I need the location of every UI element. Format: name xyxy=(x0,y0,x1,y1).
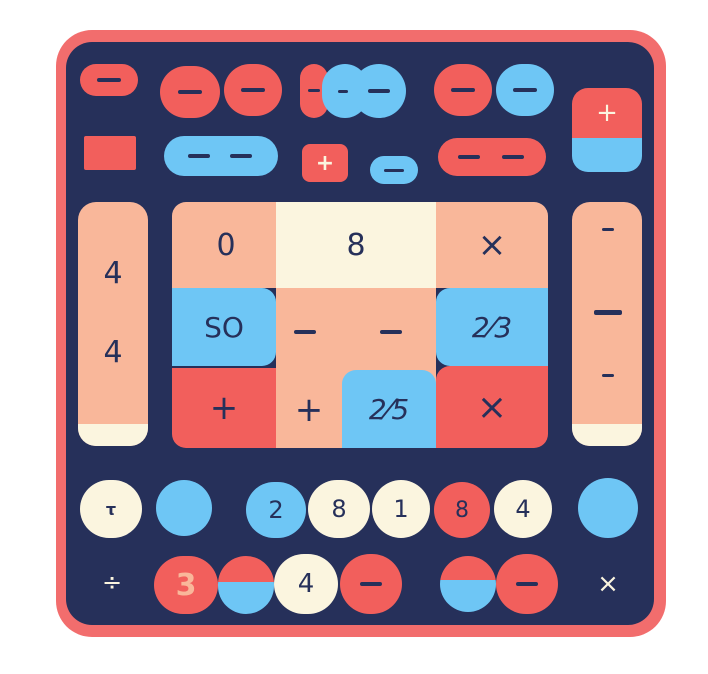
key-8-red[interactable]: 8 xyxy=(434,482,490,538)
key-minus-bottom[interactable] xyxy=(340,554,402,614)
key-top-blue-3[interactable] xyxy=(496,64,554,116)
key-plus-peach[interactable]: + xyxy=(276,372,342,448)
key-multiply[interactable]: × xyxy=(436,202,548,288)
key-plus-small[interactable]: + xyxy=(302,144,348,182)
key-8[interactable]: 8 xyxy=(276,202,436,288)
key-top-minus-4[interactable] xyxy=(434,64,492,116)
key-so[interactable]: SO xyxy=(172,288,276,366)
plus-icon: + xyxy=(572,88,642,138)
multiply-icon[interactable]: × xyxy=(588,562,628,606)
key-red-square[interactable] xyxy=(84,136,136,170)
key-minus-small-blue[interactable] xyxy=(370,156,418,184)
key-4-bottom[interactable]: 4 xyxy=(274,554,338,614)
divide-icon[interactable]: ÷ xyxy=(94,562,130,602)
key-0[interactable]: 0 xyxy=(172,202,280,288)
key-minus-bottom-2[interactable] xyxy=(496,554,558,614)
key-blue-round-1[interactable] xyxy=(156,480,212,536)
key-double-minus[interactable] xyxy=(276,288,436,372)
key-blue-round-2[interactable] xyxy=(578,478,638,538)
key-split-red-blue-1[interactable] xyxy=(218,556,274,614)
key-double-minus-blue[interactable] xyxy=(164,136,278,176)
left-bar-value: 4 xyxy=(103,256,123,291)
left-display-bar: 4 4 xyxy=(78,202,148,446)
key-4-round[interactable]: 4 xyxy=(494,480,552,538)
key-top-right-plus[interactable]: + xyxy=(572,88,642,172)
key-1[interactable]: 1 xyxy=(372,480,430,538)
key-double-minus-red[interactable] xyxy=(438,138,546,176)
key-tau[interactable]: τ xyxy=(80,480,142,538)
left-bar-value: 4 xyxy=(103,335,123,370)
key-fraction-two-thirds[interactable]: 2⁄3 xyxy=(436,288,548,366)
right-display-bar xyxy=(572,202,642,446)
key-8-round[interactable]: 8 xyxy=(308,480,370,538)
key-3[interactable]: 3 xyxy=(154,556,218,614)
key-fraction-two-fifths[interactable]: 2⁄5 xyxy=(342,370,436,448)
key-top-minus-2[interactable] xyxy=(160,66,220,118)
key-plus-red[interactable]: + xyxy=(172,368,276,448)
key-top-minus-3[interactable] xyxy=(224,64,282,116)
key-split-red-blue-2[interactable] xyxy=(440,556,496,612)
key-top-blue-2[interactable] xyxy=(352,64,406,118)
key-2[interactable]: 2 xyxy=(246,482,306,538)
key-top-minus-1[interactable] xyxy=(80,64,138,96)
key-multiply-red[interactable]: × xyxy=(436,366,548,448)
